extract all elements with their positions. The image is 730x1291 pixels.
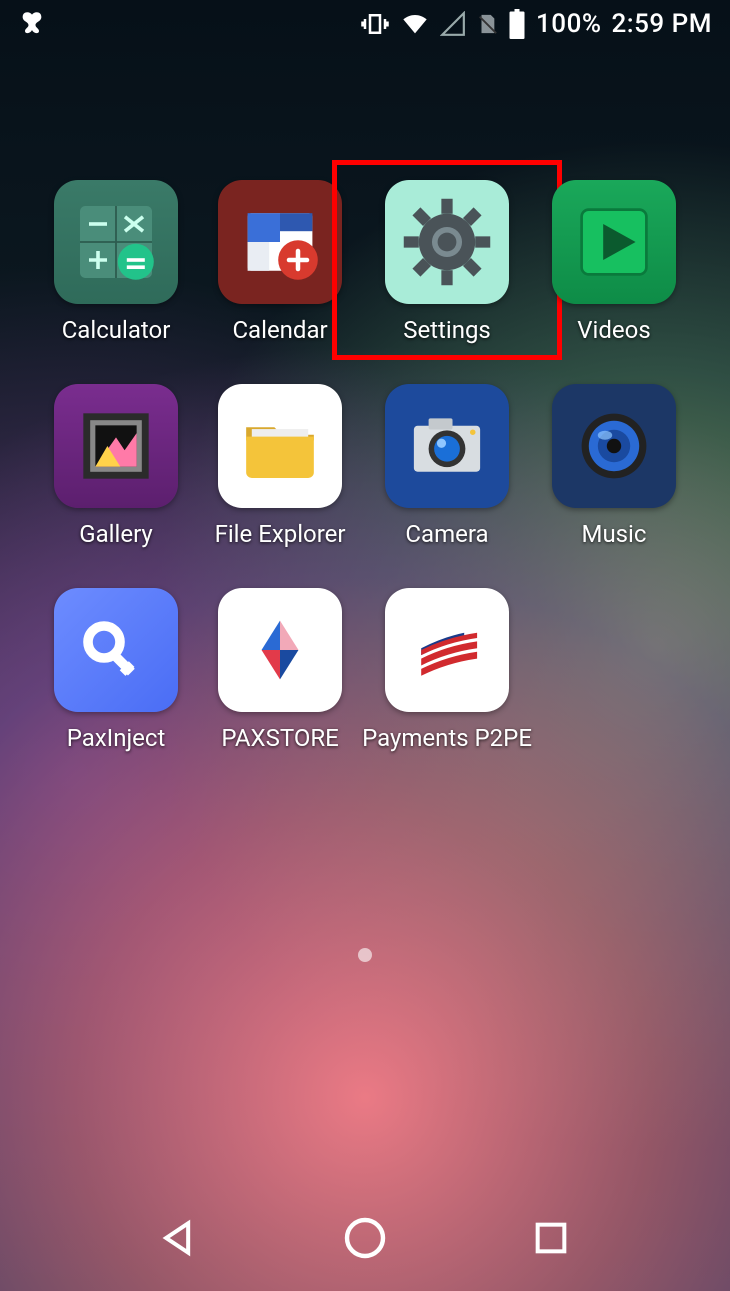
battery-icon <box>508 9 526 39</box>
clock: 2:59 PM <box>612 9 712 39</box>
app-paxstore[interactable]: PAXSTORE <box>198 588 362 752</box>
gallery-icon <box>54 384 178 508</box>
app-label: Calendar <box>232 316 327 344</box>
speaker-icon <box>552 384 676 508</box>
camera-icon <box>385 384 509 508</box>
videos-icon <box>552 180 676 304</box>
folder-icon <box>218 384 342 508</box>
recents-button[interactable] <box>523 1210 579 1266</box>
battery-percent: 100% <box>536 9 601 39</box>
home-button[interactable] <box>337 1210 393 1266</box>
app-settings[interactable]: Settings <box>362 180 532 344</box>
app-label: PAXSTORE <box>221 724 338 752</box>
app-label: Payments P2PE <box>362 724 532 752</box>
app-calendar[interactable]: Calendar <box>198 180 362 344</box>
calculator-icon <box>54 180 178 304</box>
no-sim-icon <box>476 11 498 37</box>
app-label: Gallery <box>79 520 153 548</box>
settings-icon <box>385 180 509 304</box>
butterfly-icon <box>18 10 46 38</box>
app-paxinject[interactable]: PaxInject <box>34 588 198 752</box>
wifi-icon <box>400 10 430 38</box>
app-file-explorer[interactable]: File Explorer <box>198 384 362 548</box>
app-label: Camera <box>405 520 488 548</box>
app-camera[interactable]: Camera <box>362 384 532 548</box>
app-label: File Explorer <box>215 520 346 548</box>
app-payments[interactable]: Payments P2PE <box>362 588 532 752</box>
navigation-bar <box>0 1193 730 1283</box>
app-grid: Calculator Calendar <box>0 180 730 752</box>
app-gallery[interactable]: Gallery <box>34 384 198 548</box>
app-label: Calculator <box>62 316 171 344</box>
app-label: Settings <box>403 316 491 344</box>
page-indicator <box>358 948 372 962</box>
app-videos[interactable]: Videos <box>532 180 696 344</box>
status-bar: 100% 2:59 PM <box>0 0 730 48</box>
app-label: PaxInject <box>67 724 166 752</box>
payments-icon <box>385 588 509 712</box>
app-music[interactable]: Music <box>532 384 696 548</box>
back-button[interactable] <box>151 1210 207 1266</box>
paxstore-icon <box>218 588 342 712</box>
app-label: Music <box>581 520 646 548</box>
key-icon <box>54 588 178 712</box>
app-label: Videos <box>577 316 650 344</box>
cell-signal-icon <box>440 11 466 37</box>
calendar-icon <box>218 180 342 304</box>
vibrate-icon <box>360 9 390 39</box>
app-calculator[interactable]: Calculator <box>34 180 198 344</box>
